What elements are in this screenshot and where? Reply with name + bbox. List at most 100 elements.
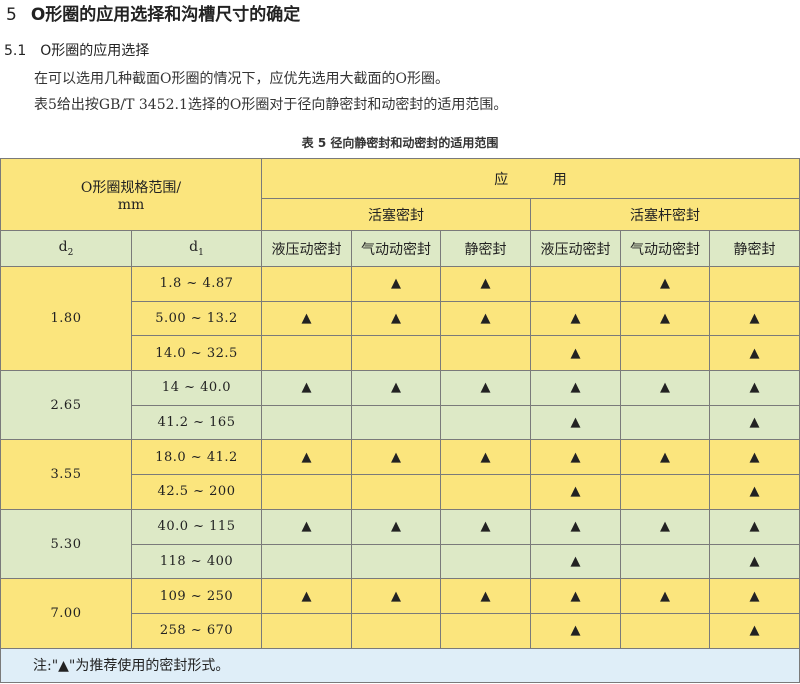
mark-cell: ▲ xyxy=(530,300,622,337)
column-header-2: 静密封 xyxy=(440,230,532,267)
mark-cell: ▲ xyxy=(440,300,532,337)
recommended-mark-icon: ▲ xyxy=(749,311,760,327)
mark-cell: ▲ xyxy=(709,543,800,580)
mark-cell xyxy=(709,266,800,302)
mark-cell xyxy=(261,404,353,441)
table-row: 3.55 18.0 ~ 41.2 ▲ ▲ ▲ ▲ ▲ ▲ xyxy=(0,439,800,510)
mark-cell: ▲ xyxy=(620,300,711,337)
recommended-mark-icon: ▲ xyxy=(391,588,402,604)
mark-cell xyxy=(440,474,532,510)
mark-cell xyxy=(351,612,442,649)
column-header-3: 液压动密封 xyxy=(530,230,622,267)
mark-cell xyxy=(620,612,711,649)
d2-header: d2 xyxy=(0,230,132,267)
mark-cell: ▲ xyxy=(351,439,442,476)
d1-range: 118 ~ 400 xyxy=(130,543,263,580)
mark-cell: ▲ xyxy=(620,508,711,545)
mark-cell: ▲ xyxy=(440,439,532,476)
mark-cell xyxy=(440,543,532,580)
mark-cell xyxy=(440,335,532,372)
recommended-mark-icon: ▲ xyxy=(570,484,581,500)
recommended-mark-icon: ▲ xyxy=(749,588,760,604)
recommended-mark-icon: ▲ xyxy=(570,311,581,327)
spec-range-label: O形圈规格范围/ xyxy=(80,179,182,196)
application-range-table: O形圈规格范围/ mm 应 用 活塞密封 活塞杆密封 d2 d1 液压动密封 气动… xyxy=(0,158,800,683)
mark-cell xyxy=(351,335,442,372)
recommended-mark-icon: ▲ xyxy=(301,380,312,396)
mark-cell: ▲ xyxy=(440,508,532,545)
mark-cell xyxy=(620,335,711,372)
mark-cell: ▲ xyxy=(351,370,442,406)
paragraph-2: 表5给出按GB/T 3452.1选择的O形圈对于径向静密封和动密封的适用范围。 xyxy=(34,97,508,113)
d1-subscript: 1 xyxy=(198,247,204,258)
recommended-mark-icon: ▲ xyxy=(749,623,760,639)
mark-cell: ▲ xyxy=(530,404,622,441)
d1-range: 41.2 ~ 165 xyxy=(130,404,263,441)
mark-cell xyxy=(530,266,622,302)
paragraph-1: 在可以选用几种截面O形圈的情况下，应优先选用大截面的O形圈。 xyxy=(34,71,449,87)
mark-cell: ▲ xyxy=(530,439,622,476)
mark-cell xyxy=(620,404,711,441)
mark-cell: ▲ xyxy=(351,266,442,302)
d1-range: 14 ~ 40.0 xyxy=(130,370,263,406)
recommended-mark-icon: ▲ xyxy=(570,588,581,604)
mark-cell: ▲ xyxy=(261,370,353,406)
recommended-mark-icon: ▲ xyxy=(570,623,581,639)
d1-range: 1.8 ~ 4.87 xyxy=(130,266,263,302)
recommended-mark-icon: ▲ xyxy=(570,553,581,569)
section-heading: 5 O形圈的应用选择和沟槽尺寸的确定 xyxy=(6,0,300,25)
recommended-mark-icon: ▲ xyxy=(391,380,402,396)
d2-value: 7.00 xyxy=(0,578,132,649)
d1-range: 42.5 ~ 200 xyxy=(130,474,263,510)
mark-cell: ▲ xyxy=(709,474,800,510)
recommended-mark-icon: ▲ xyxy=(570,380,581,396)
mark-cell xyxy=(351,543,442,580)
d2-value: 5.30 xyxy=(0,508,132,580)
recommended-mark-icon: ▲ xyxy=(660,588,671,604)
column-header-0: 液压动密封 xyxy=(261,230,353,267)
mark-cell: ▲ xyxy=(709,300,800,337)
recommended-mark-icon: ▲ xyxy=(749,380,760,396)
mark-cell: ▲ xyxy=(261,508,353,545)
mark-cell: ▲ xyxy=(440,578,532,614)
mark-cell: ▲ xyxy=(620,266,711,302)
piston-seal-header: 活塞密封 xyxy=(261,198,532,231)
recommended-mark-icon: ▲ xyxy=(301,449,312,465)
recommended-mark-icon: ▲ xyxy=(570,415,581,431)
mark-cell: ▲ xyxy=(530,612,622,649)
mark-cell: ▲ xyxy=(709,439,800,476)
mark-cell: ▲ xyxy=(709,404,800,441)
mark-cell: ▲ xyxy=(530,543,622,580)
recommended-mark-icon: ▲ xyxy=(391,276,402,292)
recommended-mark-icon: ▲ xyxy=(301,588,312,604)
recommended-mark-icon: ▲ xyxy=(660,380,671,396)
mark-cell: ▲ xyxy=(709,612,800,649)
d1-range: 14.0 ~ 32.5 xyxy=(130,335,263,372)
recommended-mark-icon: ▲ xyxy=(480,276,491,292)
mark-cell: ▲ xyxy=(351,508,442,545)
d2-symbol: d xyxy=(58,239,68,256)
recommended-mark-icon: ▲ xyxy=(749,553,760,569)
mark-cell xyxy=(261,612,353,649)
recommended-mark-icon: ▲ xyxy=(749,345,760,361)
recommended-mark-icon: ▲ xyxy=(749,415,760,431)
section-title: O形圈的应用选择和沟槽尺寸的确定 xyxy=(30,5,301,25)
column-header-5: 静密封 xyxy=(709,230,800,267)
recommended-mark-icon: ▲ xyxy=(480,380,491,396)
recommended-mark-icon: ▲ xyxy=(660,311,671,327)
table-row: 2.65 14 ~ 40.0 ▲ ▲ ▲ ▲ ▲ ▲ xyxy=(0,370,800,441)
recommended-mark-icon: ▲ xyxy=(660,276,671,292)
mark-cell: ▲ xyxy=(351,300,442,337)
d2-value: 1.80 xyxy=(0,265,132,372)
mark-cell xyxy=(620,474,711,510)
spec-range-header: O形圈规格范围/ mm xyxy=(0,158,263,231)
column-header-4: 气动动密封 xyxy=(620,230,711,267)
recommended-mark-icon: ▲ xyxy=(749,484,760,500)
d1-range: 109 ~ 250 xyxy=(130,578,263,614)
recommended-mark-icon: ▲ xyxy=(570,345,581,361)
mark-cell: ▲ xyxy=(709,335,800,372)
mark-cell: ▲ xyxy=(620,439,711,476)
mark-cell: ▲ xyxy=(351,578,442,614)
d1-range: 258 ~ 670 xyxy=(130,612,263,649)
d1-range: 40.0 ~ 115 xyxy=(130,508,263,545)
